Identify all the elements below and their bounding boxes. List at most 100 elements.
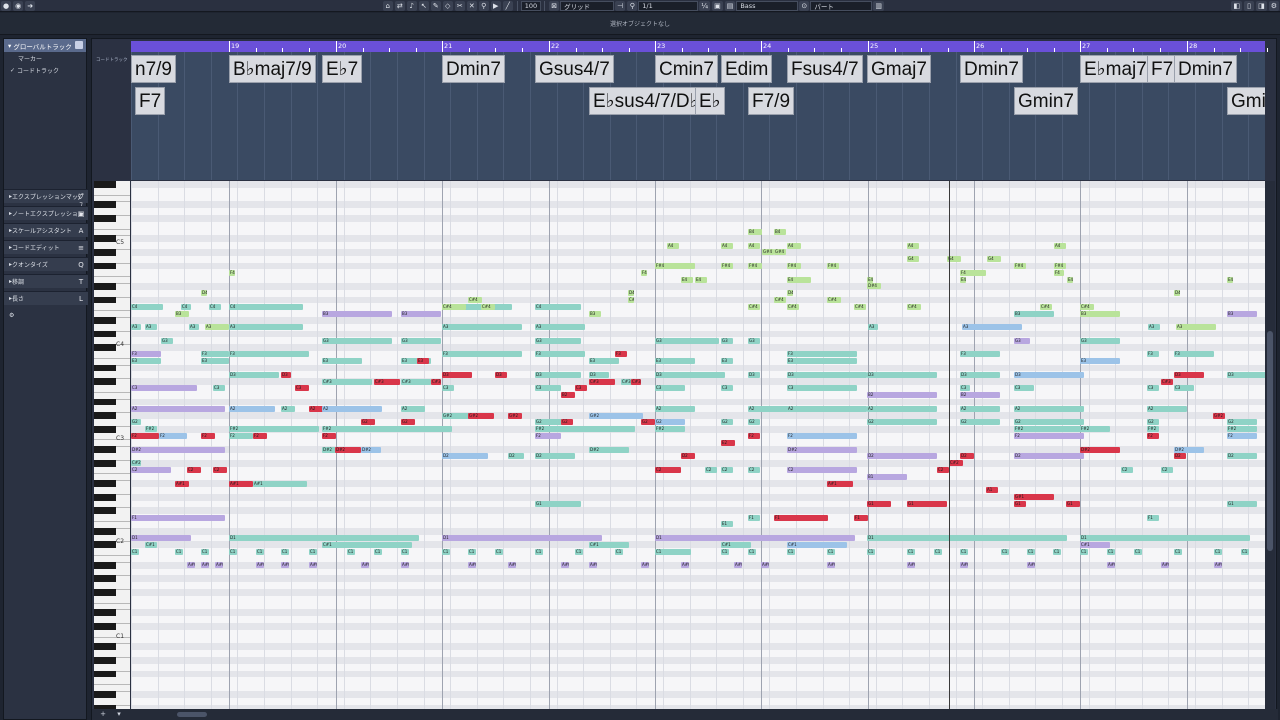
midi-note[interactable]: G1 <box>1066 501 1080 507</box>
midi-note[interactable]: G2 <box>1227 419 1257 426</box>
midi-note[interactable]: E4 <box>1067 276 1073 283</box>
midi-note[interactable]: C#4 <box>787 303 799 310</box>
midi-note[interactable]: G1 <box>907 501 947 507</box>
midi-note[interactable]: A2 <box>401 405 425 412</box>
midi-note[interactable]: F2 <box>1014 433 1084 439</box>
chord-event[interactable]: E♭ <box>695 87 725 115</box>
midi-note[interactable]: F2 <box>1227 433 1257 439</box>
midi-note[interactable]: F1 <box>748 514 760 521</box>
midi-note[interactable]: C3 <box>213 385 225 392</box>
black-key[interactable] <box>94 378 116 385</box>
chord-snap-icon[interactable]: ¼ <box>699 0 711 11</box>
midi-note[interactable]: C1 <box>1027 548 1035 555</box>
midi-note[interactable]: F3 <box>1147 351 1159 358</box>
midi-note[interactable]: C#4 <box>907 303 921 310</box>
midi-note[interactable]: C1 <box>721 548 729 555</box>
black-key[interactable] <box>94 575 116 583</box>
midi-note[interactable]: F1 <box>774 514 828 521</box>
horizontal-scroll-thumb[interactable] <box>177 712 207 717</box>
black-key[interactable] <box>94 249 116 256</box>
midi-note[interactable]: D#2 <box>131 446 225 453</box>
midi-note[interactable]: D3 <box>229 371 279 378</box>
midi-note[interactable]: G#2 <box>589 412 643 419</box>
midi-note[interactable]: C#4 <box>854 303 866 310</box>
midi-note[interactable]: C1 <box>374 548 382 555</box>
midi-note[interactable]: A2 <box>787 405 867 412</box>
quantize-zoom-icon[interactable]: ⚲ <box>627 0 638 11</box>
midi-note[interactable]: D3 <box>442 371 472 378</box>
mute-tool-icon[interactable]: ✕ <box>466 0 477 11</box>
midi-note[interactable]: F2 <box>787 433 857 439</box>
black-key[interactable] <box>94 670 116 678</box>
midi-note[interactable]: D3 <box>535 371 581 378</box>
midi-note[interactable]: G#4 <box>774 249 786 256</box>
midi-note[interactable]: C2 <box>721 467 733 473</box>
midi-note[interactable]: C1 <box>1107 548 1115 555</box>
midi-note[interactable]: A2 <box>1147 405 1187 412</box>
midi-note[interactable]: G2 <box>561 419 573 426</box>
midi-note[interactable]: C3 <box>787 385 857 392</box>
midi-note[interactable]: A4 <box>667 242 679 249</box>
midi-note[interactable]: A4 <box>1054 242 1066 249</box>
midi-note[interactable]: C1 <box>131 548 139 555</box>
midi-note[interactable]: F#2 <box>322 426 452 433</box>
line-tool-icon[interactable]: ╱ <box>502 0 513 11</box>
midi-note[interactable]: E4 <box>695 276 707 283</box>
midi-note[interactable]: C1 <box>748 548 756 555</box>
midi-note[interactable]: C3 <box>575 385 587 392</box>
midi-note[interactable]: F2 <box>159 433 187 439</box>
midi-note[interactable]: B3 <box>1080 310 1120 317</box>
midi-note[interactable]: C#3 <box>431 378 441 385</box>
black-key[interactable] <box>94 181 116 188</box>
midi-note[interactable]: A#0 <box>907 562 915 569</box>
midi-note[interactable]: A#0 <box>761 562 769 569</box>
midi-note[interactable]: D4 <box>201 290 207 297</box>
midi-note[interactable]: A#1 <box>175 480 189 487</box>
midi-note[interactable]: A4 <box>907 242 919 249</box>
midi-note[interactable]: G2 <box>1147 419 1159 426</box>
midi-note[interactable]: G3 <box>1014 337 1030 344</box>
chord-event[interactable]: Edim <box>721 55 773 83</box>
part-select[interactable]: パート <box>810 0 873 11</box>
midi-note[interactable]: A3 <box>229 324 303 331</box>
chord-event[interactable]: Fsus4/7 <box>787 55 863 83</box>
midi-note[interactable]: G3 <box>1080 337 1120 344</box>
eraser-tool-icon[interactable]: ◇ <box>442 0 453 11</box>
midi-note[interactable]: C3 <box>721 385 733 392</box>
chord-event[interactable]: Dmin7 <box>442 55 505 83</box>
midi-note[interactable]: C#3 <box>374 378 400 385</box>
section-icon[interactable]: ≡ <box>77 244 85 252</box>
midi-note[interactable]: G2 <box>960 419 1000 426</box>
midi-note[interactable]: F#2 <box>1147 426 1159 433</box>
midi-note[interactable]: E3 <box>131 358 161 365</box>
section-icon[interactable]: ▣ <box>77 210 85 218</box>
midi-note[interactable]: E3 <box>721 358 733 365</box>
midi-note[interactable]: F#2 <box>1227 426 1257 433</box>
black-key[interactable] <box>94 317 116 324</box>
midi-note[interactable]: G4 <box>987 256 1001 263</box>
midi-note[interactable]: D#4 <box>867 283 881 290</box>
midi-note[interactable]: A2 <box>1014 405 1084 412</box>
midi-note[interactable]: F#4 <box>655 263 695 269</box>
chord-track-item[interactable]: ✓ コードトラック <box>4 64 86 76</box>
midi-note[interactable]: F#2 <box>655 426 685 433</box>
black-key[interactable] <box>94 643 116 651</box>
chord-event[interactable]: Gmin <box>1227 87 1265 115</box>
midi-note[interactable]: C1 <box>867 548 875 555</box>
piano-keyboard[interactable]: C5 C4 C3 C2 C1 <box>94 181 130 709</box>
midi-note[interactable]: A3 <box>145 324 157 331</box>
midi-note[interactable]: F#2 <box>229 426 319 433</box>
chord-event[interactable]: Gmaj7 <box>867 55 931 83</box>
black-key[interactable] <box>94 398 116 406</box>
section-icon[interactable]: L <box>77 295 85 303</box>
midi-note[interactable]: G2 <box>361 419 375 426</box>
midi-note[interactable]: C1 <box>1001 548 1009 555</box>
midi-note[interactable]: F#4 <box>787 263 801 269</box>
midi-note[interactable]: A#0 <box>187 562 195 569</box>
midi-note[interactable]: C2 <box>187 467 201 473</box>
midi-note[interactable]: A3 <box>535 324 585 331</box>
midi-note[interactable]: C1 <box>468 548 476 555</box>
midi-note[interactable]: C4 <box>229 303 303 310</box>
midi-note[interactable]: G1 <box>1014 501 1026 507</box>
black-key[interactable] <box>94 691 116 698</box>
